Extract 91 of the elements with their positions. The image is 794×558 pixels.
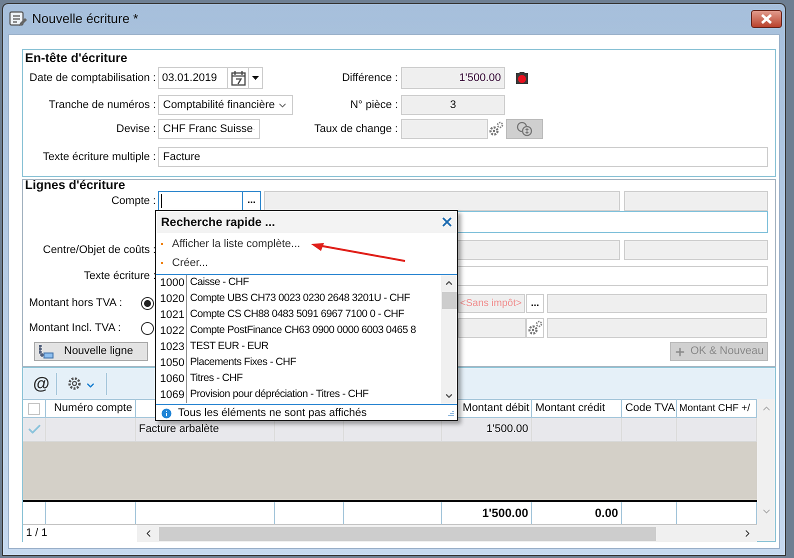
account-code: 1021: [156, 307, 187, 323]
dropdown-button[interactable]: [248, 67, 263, 89]
account-code: 1022: [156, 323, 187, 339]
settings-icon: [66, 376, 82, 391]
account-name: Placements Fixes - CHF: [189, 355, 296, 370]
document-number-field: 3: [401, 95, 505, 115]
popup-link[interactable]: Afficher la liste complète...: [172, 236, 300, 252]
account-list-item[interactable]: 1069 Provision pour dépréciation - Titres - CHF: [156, 387, 441, 403]
scrollbar-thumb[interactable]: [442, 292, 456, 309]
field-label: Compte :: [110, 194, 156, 209]
field-label: Différence :: [340, 70, 398, 86]
calendar-button[interactable]: [228, 67, 248, 89]
close-button[interactable]: [751, 10, 782, 28]
popup-footer-text: Tous les éléments ne sont pas affichés: [178, 406, 367, 421]
total-cell: 1'500.00: [442, 502, 532, 524]
currency-select[interactable]: CHF Franc Suisse: [158, 119, 260, 139]
email-button[interactable]: @: [33, 375, 50, 392]
pager-field: 1 / 1: [23, 525, 137, 542]
account-code: 1060: [156, 371, 187, 387]
calendar-icon: [230, 70, 246, 86]
document-edit-icon: [9, 11, 27, 27]
field-label: Date de comptabilisation :: [28, 70, 156, 86]
account-list-item[interactable]: 1023 TEST EUR - EUR: [156, 339, 441, 355]
account-name: TEST EUR - EUR: [189, 339, 268, 354]
field-label: Centre/Objet de coûts :: [42, 242, 156, 258]
column-header[interactable]: Montant crédit: [532, 400, 622, 417]
select-all-checkbox[interactable]: [28, 402, 40, 414]
account-name: Provision pour dépréciation - Titres - CHF: [189, 387, 368, 402]
account-name: Compte CS CH88 0483 5091 6967 7100 0 - CHF: [189, 307, 404, 322]
tax-code-lookup-button[interactable]: ...: [526, 294, 544, 313]
new-line-button[interactable]: Nouvelle ligne: [34, 342, 148, 361]
field-label: Texte écriture :: [82, 268, 156, 284]
multi-entry-text-field[interactable]: Facture: [158, 147, 768, 167]
tax-code-field: <Sans impôt>: [458, 294, 525, 313]
difference-field: 1'500.00: [401, 67, 505, 89]
column-header[interactable]: Code TVA: [622, 400, 678, 417]
number-range-select[interactable]: Comptabilité financière: [158, 95, 293, 115]
account-name: Compte UBS CH73 0023 0230 2648 3201U - CHF: [189, 291, 410, 306]
field-label: N° pièce :: [349, 98, 398, 113]
window-title: Nouvelle écriture *: [32, 10, 138, 28]
horizontal-scrollbar[interactable]: [137, 525, 757, 542]
status-light-icon: [514, 71, 530, 85]
section-title: En-tête d'écriture: [24, 50, 128, 64]
account-name: Titres - CHF: [189, 371, 243, 386]
popup-link[interactable]: Créer...: [172, 255, 208, 272]
close-button[interactable]: [442, 217, 452, 227]
plus-icon: [674, 346, 686, 358]
account-list-item[interactable]: 1021 Compte CS CH88 0483 5091 6967 7100 0 - CHF: [156, 307, 441, 323]
account-code: 1000: [156, 275, 187, 291]
radio-button[interactable]: [141, 322, 154, 334]
account-list-item[interactable]: 1000 Caisse - CHF: [156, 275, 441, 291]
vertical-scrollbar[interactable]: [757, 399, 775, 541]
date-field[interactable]: 03.01.2019: [158, 67, 228, 89]
resize-grip-icon[interactable]: [447, 410, 454, 417]
radio-button[interactable]: [141, 297, 154, 310]
exchange-button[interactable]: [506, 119, 543, 139]
account-code: 1069: [156, 387, 187, 403]
total-cell: 0.00: [532, 502, 622, 524]
popup-title: Recherche rapide ...: [161, 214, 276, 231]
close-icon: [442, 217, 452, 227]
section-title: Lignes d'écriture: [24, 180, 126, 191]
exchange-rate-field[interactable]: [401, 119, 488, 139]
field-label: Texte écriture multiple :: [42, 150, 156, 165]
account-list-item[interactable]: 1020 Compte UBS CH73 0023 0230 2648 3201U - CHF: [156, 291, 441, 307]
column-header[interactable]: Numéro compte: [46, 400, 136, 417]
caret-icon: [252, 76, 259, 80]
scroll-up-icon: [444, 278, 454, 288]
settings-menu-button[interactable]: [66, 376, 96, 391]
add-row-icon: [38, 344, 54, 359]
account-name: Caisse - CHF: [189, 275, 249, 290]
account-list-item[interactable]: 1022 Compte PostFinance CH63 0900 0000 6003 0465 8: [156, 323, 441, 339]
field-label: Taux de change :: [313, 122, 398, 137]
account-code: 1050: [156, 355, 187, 371]
settings-icon: [527, 320, 543, 336]
account-code: 1020: [156, 291, 187, 307]
amount-mode-label: Montant hors TVA :: [29, 296, 124, 312]
account-list-item[interactable]: 1050 Placements Fixes - CHF: [156, 355, 441, 371]
close-icon: [760, 14, 773, 24]
account-name: Compte PostFinance CH63 0900 0000 6003 0465 8: [189, 323, 416, 338]
amount-field[interactable]: [458, 318, 526, 338]
settings-icon: [488, 121, 504, 137]
vertical-scrollbar[interactable]: [441, 275, 457, 404]
account-code: 1023: [156, 339, 187, 355]
field-label: Tranche de numéros :: [48, 98, 156, 113]
scrollbar-thumb[interactable]: [159, 526, 656, 540]
account-list-item[interactable]: 1060 Titres - CHF: [156, 371, 441, 387]
scroll-down-icon: [444, 391, 454, 401]
settings-button[interactable]: [526, 318, 544, 338]
field-label: Devise :: [115, 122, 156, 137]
currency-exchange-icon: [514, 121, 534, 137]
amount-mode-label: Montant Incl. TVA :: [29, 320, 122, 336]
